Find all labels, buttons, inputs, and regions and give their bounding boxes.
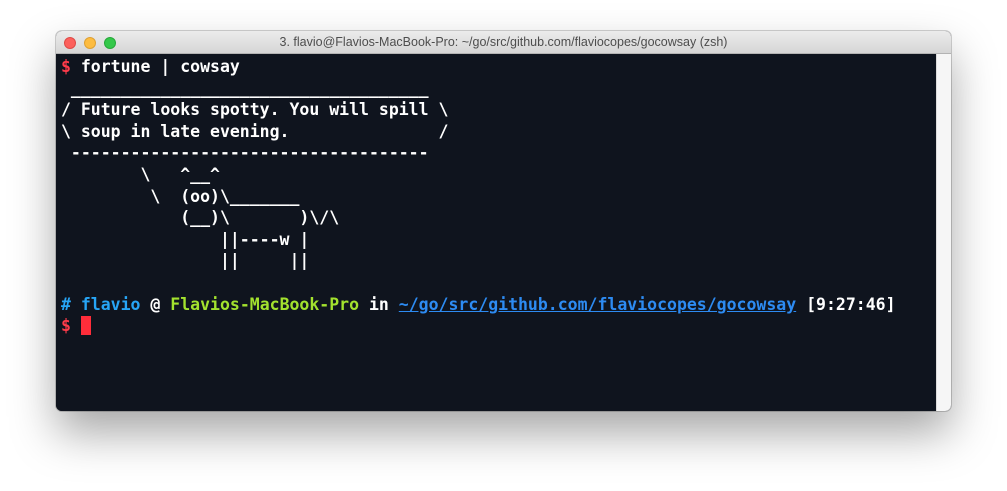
minimize-button[interactable]	[84, 37, 96, 49]
output-line: ||----w |	[61, 229, 310, 249]
prompt-symbol-2: $	[61, 316, 71, 336]
prompt-symbol: $	[61, 57, 71, 76]
status-hash: #	[61, 294, 71, 314]
input-line[interactable]: $	[61, 315, 936, 337]
scrollbar[interactable]	[936, 54, 951, 411]
output-line: \ ^__^	[61, 164, 220, 184]
output-line: (__)\ )\/\	[61, 208, 340, 228]
window-title: 3. flavio@Flavios-MacBook-Pro: ~/go/src/…	[279, 35, 728, 49]
close-button[interactable]	[64, 37, 76, 49]
output-line: \ (oo)\_______	[61, 186, 300, 206]
status-host: Flavios-MacBook-Pro	[170, 294, 360, 314]
zoom-button[interactable]	[104, 37, 116, 49]
command-text: fortune | cowsay	[80, 57, 240, 76]
status-path-link[interactable]: ~/go/src/github.com/flaviocopes/gocowsay	[399, 295, 796, 314]
output-line: ------------------------------------	[61, 143, 429, 163]
output-line: ____________________________________	[61, 78, 429, 98]
title-bar[interactable]: 3. flavio@Flavios-MacBook-Pro: ~/go/src/…	[56, 31, 951, 54]
cursor	[80, 316, 91, 336]
status-user: flavio	[80, 294, 141, 314]
command-line: $ fortune | cowsay	[61, 56, 936, 78]
terminal-content[interactable]: $ fortune | cowsay _____________________…	[56, 54, 936, 411]
output-line: || ||	[61, 251, 310, 271]
terminal-window: 3. flavio@Flavios-MacBook-Pro: ~/go/src/…	[56, 31, 951, 411]
output-line: / Future looks spotty. You will spill \	[61, 100, 449, 120]
status-time: [9:27:46]	[806, 294, 896, 314]
status-line: # flavio @ Flavios-MacBook-Pro in ~/go/s…	[61, 294, 936, 316]
status-in: in	[368, 294, 389, 314]
output-line: \ soup in late evening. /	[61, 121, 449, 141]
status-at: @	[150, 294, 161, 314]
